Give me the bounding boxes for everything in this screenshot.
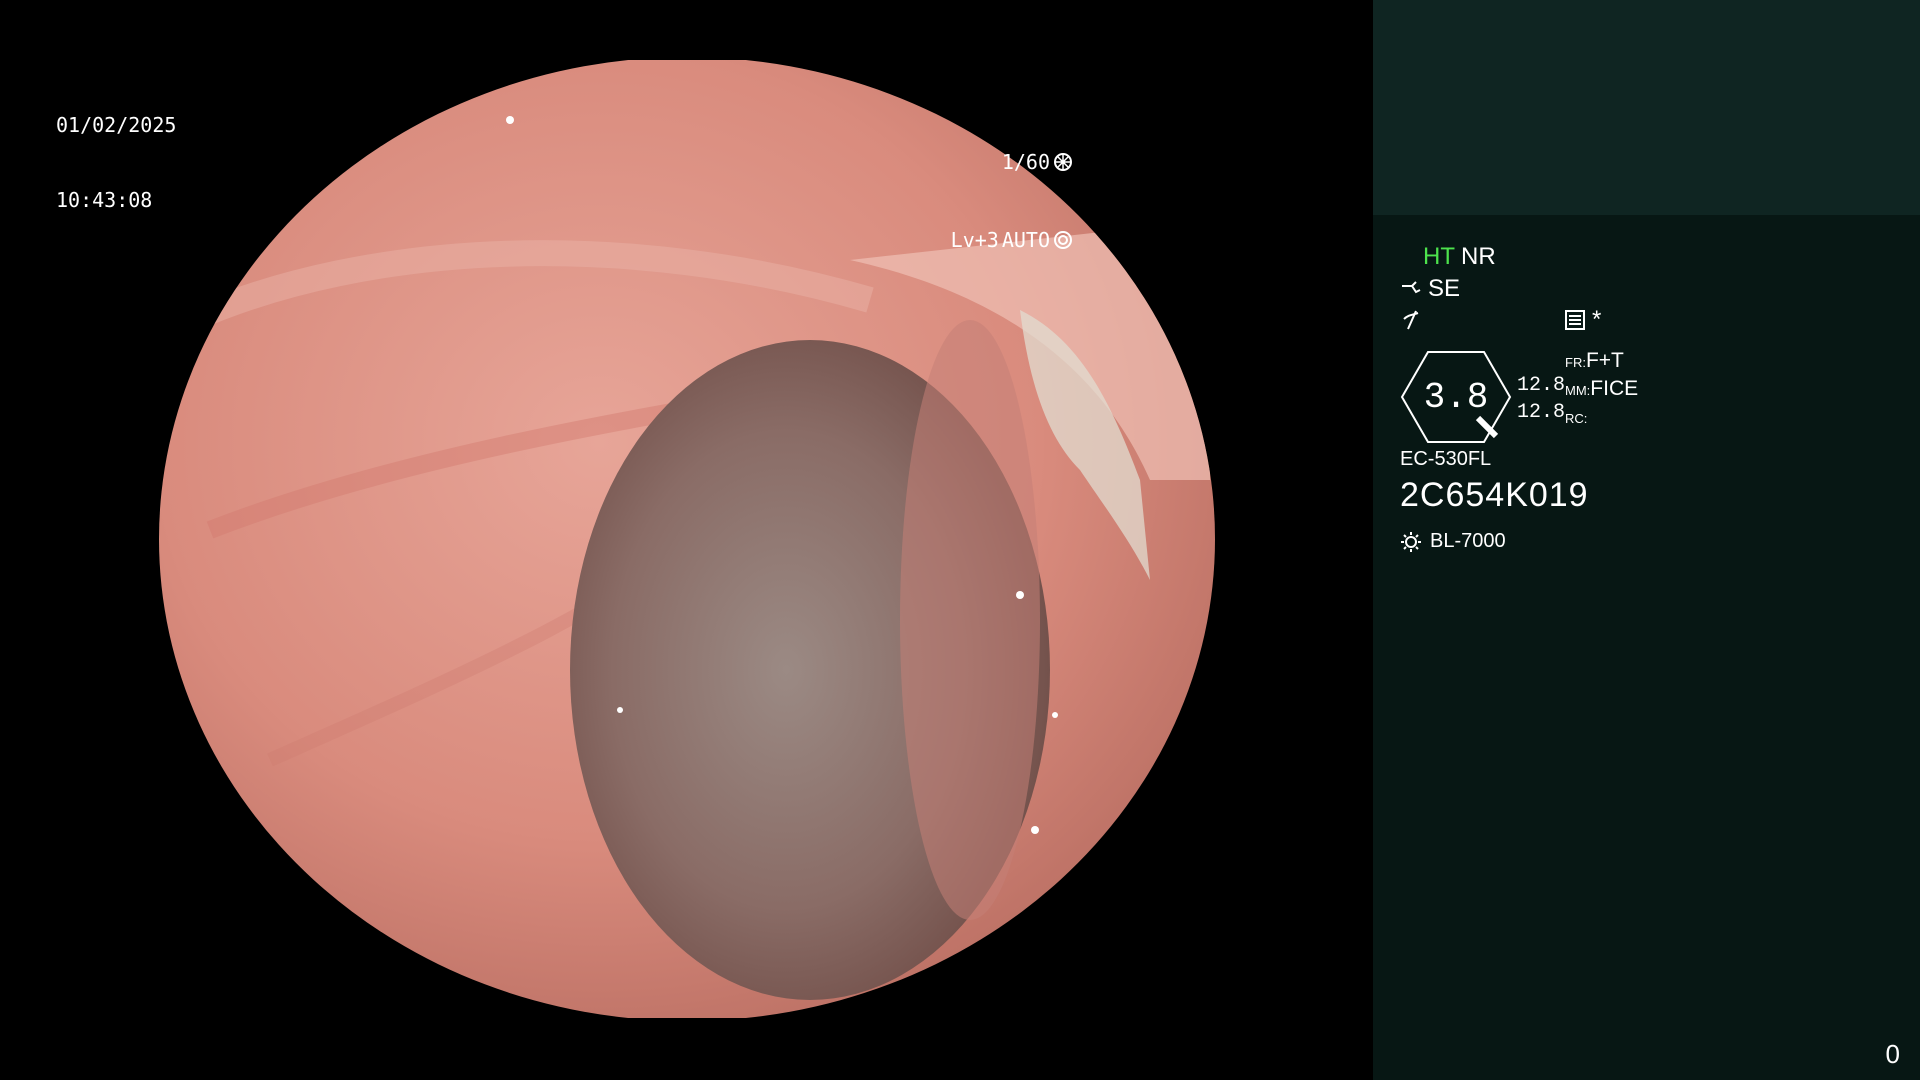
level-text: Lv+3 bbox=[950, 227, 999, 252]
lamp-icon bbox=[1401, 531, 1421, 552]
se-label: SE bbox=[1428, 275, 1461, 302]
fr-value: F+T bbox=[1585, 349, 1624, 372]
mm-value: FICE bbox=[1590, 377, 1639, 400]
se-row: SE bbox=[1400, 275, 1460, 303]
scope-model: EC-530FL bbox=[1400, 448, 1492, 470]
measurement-2: 12.8 bbox=[1517, 401, 1566, 424]
level-row: Lv+3 AUTO bbox=[951, 226, 1073, 254]
gauge-value: 3.8 bbox=[1423, 376, 1489, 418]
rc-row: RC: bbox=[1565, 404, 1638, 432]
ht-label: HT bbox=[1423, 243, 1455, 270]
memory-icon bbox=[1565, 310, 1585, 330]
light-source: BL-7000 bbox=[1400, 530, 1506, 553]
mm-key: MM: bbox=[1565, 383, 1591, 398]
settings-list: FR:F+T MM:FICE RC: bbox=[1565, 348, 1638, 432]
mm-row: MM:FICE bbox=[1565, 376, 1638, 404]
shutter-row: 1/60 bbox=[951, 148, 1073, 176]
panel-header-area bbox=[1373, 0, 1920, 215]
processing-row: HT NR bbox=[1423, 243, 1496, 271]
icon-row: * bbox=[1400, 306, 1601, 334]
shutter-speed: 1/60 bbox=[1001, 149, 1050, 174]
star-label: * bbox=[1592, 306, 1602, 333]
datetime: 01/02/2025 10:43:08 bbox=[56, 63, 176, 263]
frame-counter: 0 bbox=[1885, 1039, 1900, 1069]
light-source-label: BL-7000 bbox=[1430, 530, 1506, 552]
scope-icon bbox=[1402, 281, 1421, 294]
time-text: 10:43:08 bbox=[56, 188, 153, 212]
fr-key: FR: bbox=[1565, 355, 1586, 370]
date-text: 01/02/2025 bbox=[56, 113, 177, 137]
scope-serial: 2C654K019 bbox=[1400, 476, 1589, 514]
nr-label: NR bbox=[1461, 243, 1496, 270]
measurement-1: 12.8 bbox=[1517, 374, 1566, 397]
aperture-icon bbox=[1054, 153, 1072, 171]
lightning-icon bbox=[1403, 310, 1419, 330]
fr-row: FR:F+T bbox=[1565, 348, 1638, 376]
iris-icon bbox=[1054, 231, 1072, 249]
measurement-values: 12.8 12.8 bbox=[1517, 372, 1565, 426]
endoscope-view: 01/02/2025 10:43:08 1/60 Lv+3 AUTO bbox=[0, 0, 1373, 1080]
mode-text: AUTO bbox=[1001, 227, 1050, 252]
status-panel: HT NR SE * 3.8 12.8 12.8 FR:F+T MM:FICE bbox=[1373, 0, 1920, 1080]
exposure-info: 1/60 Lv+3 AUTO bbox=[951, 98, 1073, 304]
rc-key: RC: bbox=[1565, 411, 1588, 426]
